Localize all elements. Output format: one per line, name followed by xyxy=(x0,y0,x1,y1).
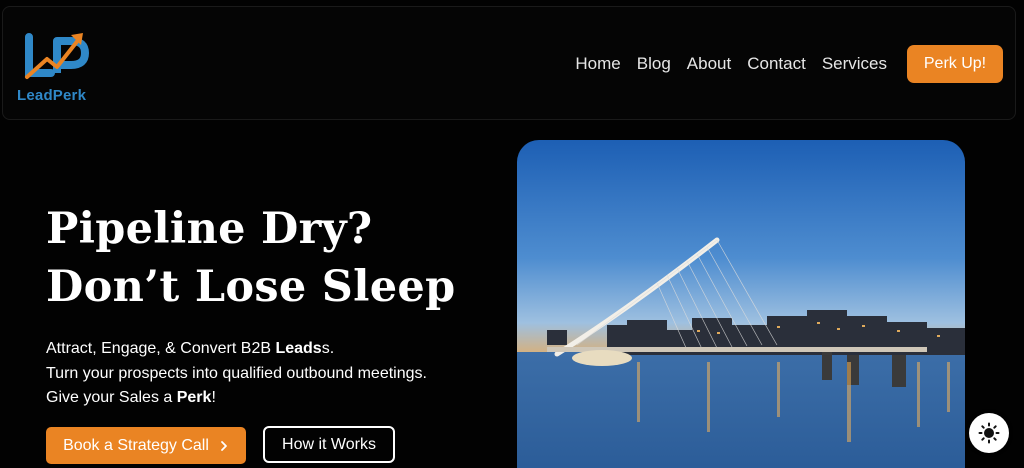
subtext-line-2: Turn your prospects into qualified outbo… xyxy=(46,364,427,382)
subtext-line-1: Attract, Engage, & Convert B2B Leadss. xyxy=(46,337,427,362)
subtext-line-3-bold: Perk xyxy=(176,389,212,406)
subtext-line-1-end: s. xyxy=(321,340,335,357)
nav-item-home[interactable]: Home xyxy=(567,51,628,77)
subtext-line-1-text: Attract, Engage, & Convert B2B xyxy=(46,340,276,357)
nav-item-blog[interactable]: Blog xyxy=(629,51,679,77)
site-header: LeadPerk Home Blog About Contact Service… xyxy=(2,6,1016,120)
nav-item-contact[interactable]: Contact xyxy=(739,51,814,77)
nav-item-services[interactable]: Services xyxy=(814,51,895,77)
subtext-line-1-bold: Leads xyxy=(275,340,322,357)
perk-up-button[interactable]: Perk Up! xyxy=(907,45,1003,83)
main-nav: Home Blog About Contact Services xyxy=(567,51,895,77)
subtext-line-3-end: ! xyxy=(211,389,216,406)
subtext-line-3: Give your Sales a Perk! xyxy=(46,386,427,411)
logo-mark-icon xyxy=(25,33,89,79)
hero-bridge-image xyxy=(517,140,965,468)
hero-subtext: Attract, Engage, & Convert B2B Leadss. T… xyxy=(46,337,427,411)
subtext-line-3-text: Give your Sales a xyxy=(46,389,177,406)
hero-headline: Pipeline Dry? Don’t Lose Sleep xyxy=(46,200,455,316)
book-strategy-call-button[interactable]: Book a Strategy Call xyxy=(46,427,246,464)
theme-toggle-button[interactable] xyxy=(969,413,1009,453)
book-strategy-call-label: Book a Strategy Call xyxy=(63,436,209,454)
chevron-right-icon xyxy=(221,440,227,451)
sun-icon xyxy=(978,422,1000,444)
how-it-works-button[interactable]: How it Works xyxy=(263,426,395,463)
headline-line-1: Pipeline Dry? xyxy=(46,204,373,254)
brand-name: LeadPerk xyxy=(17,87,87,104)
headline-line-2: Don’t Lose Sleep xyxy=(46,262,456,312)
nav-item-about[interactable]: About xyxy=(679,51,739,77)
page: LeadPerk Home Blog About Contact Service… xyxy=(0,0,1024,468)
